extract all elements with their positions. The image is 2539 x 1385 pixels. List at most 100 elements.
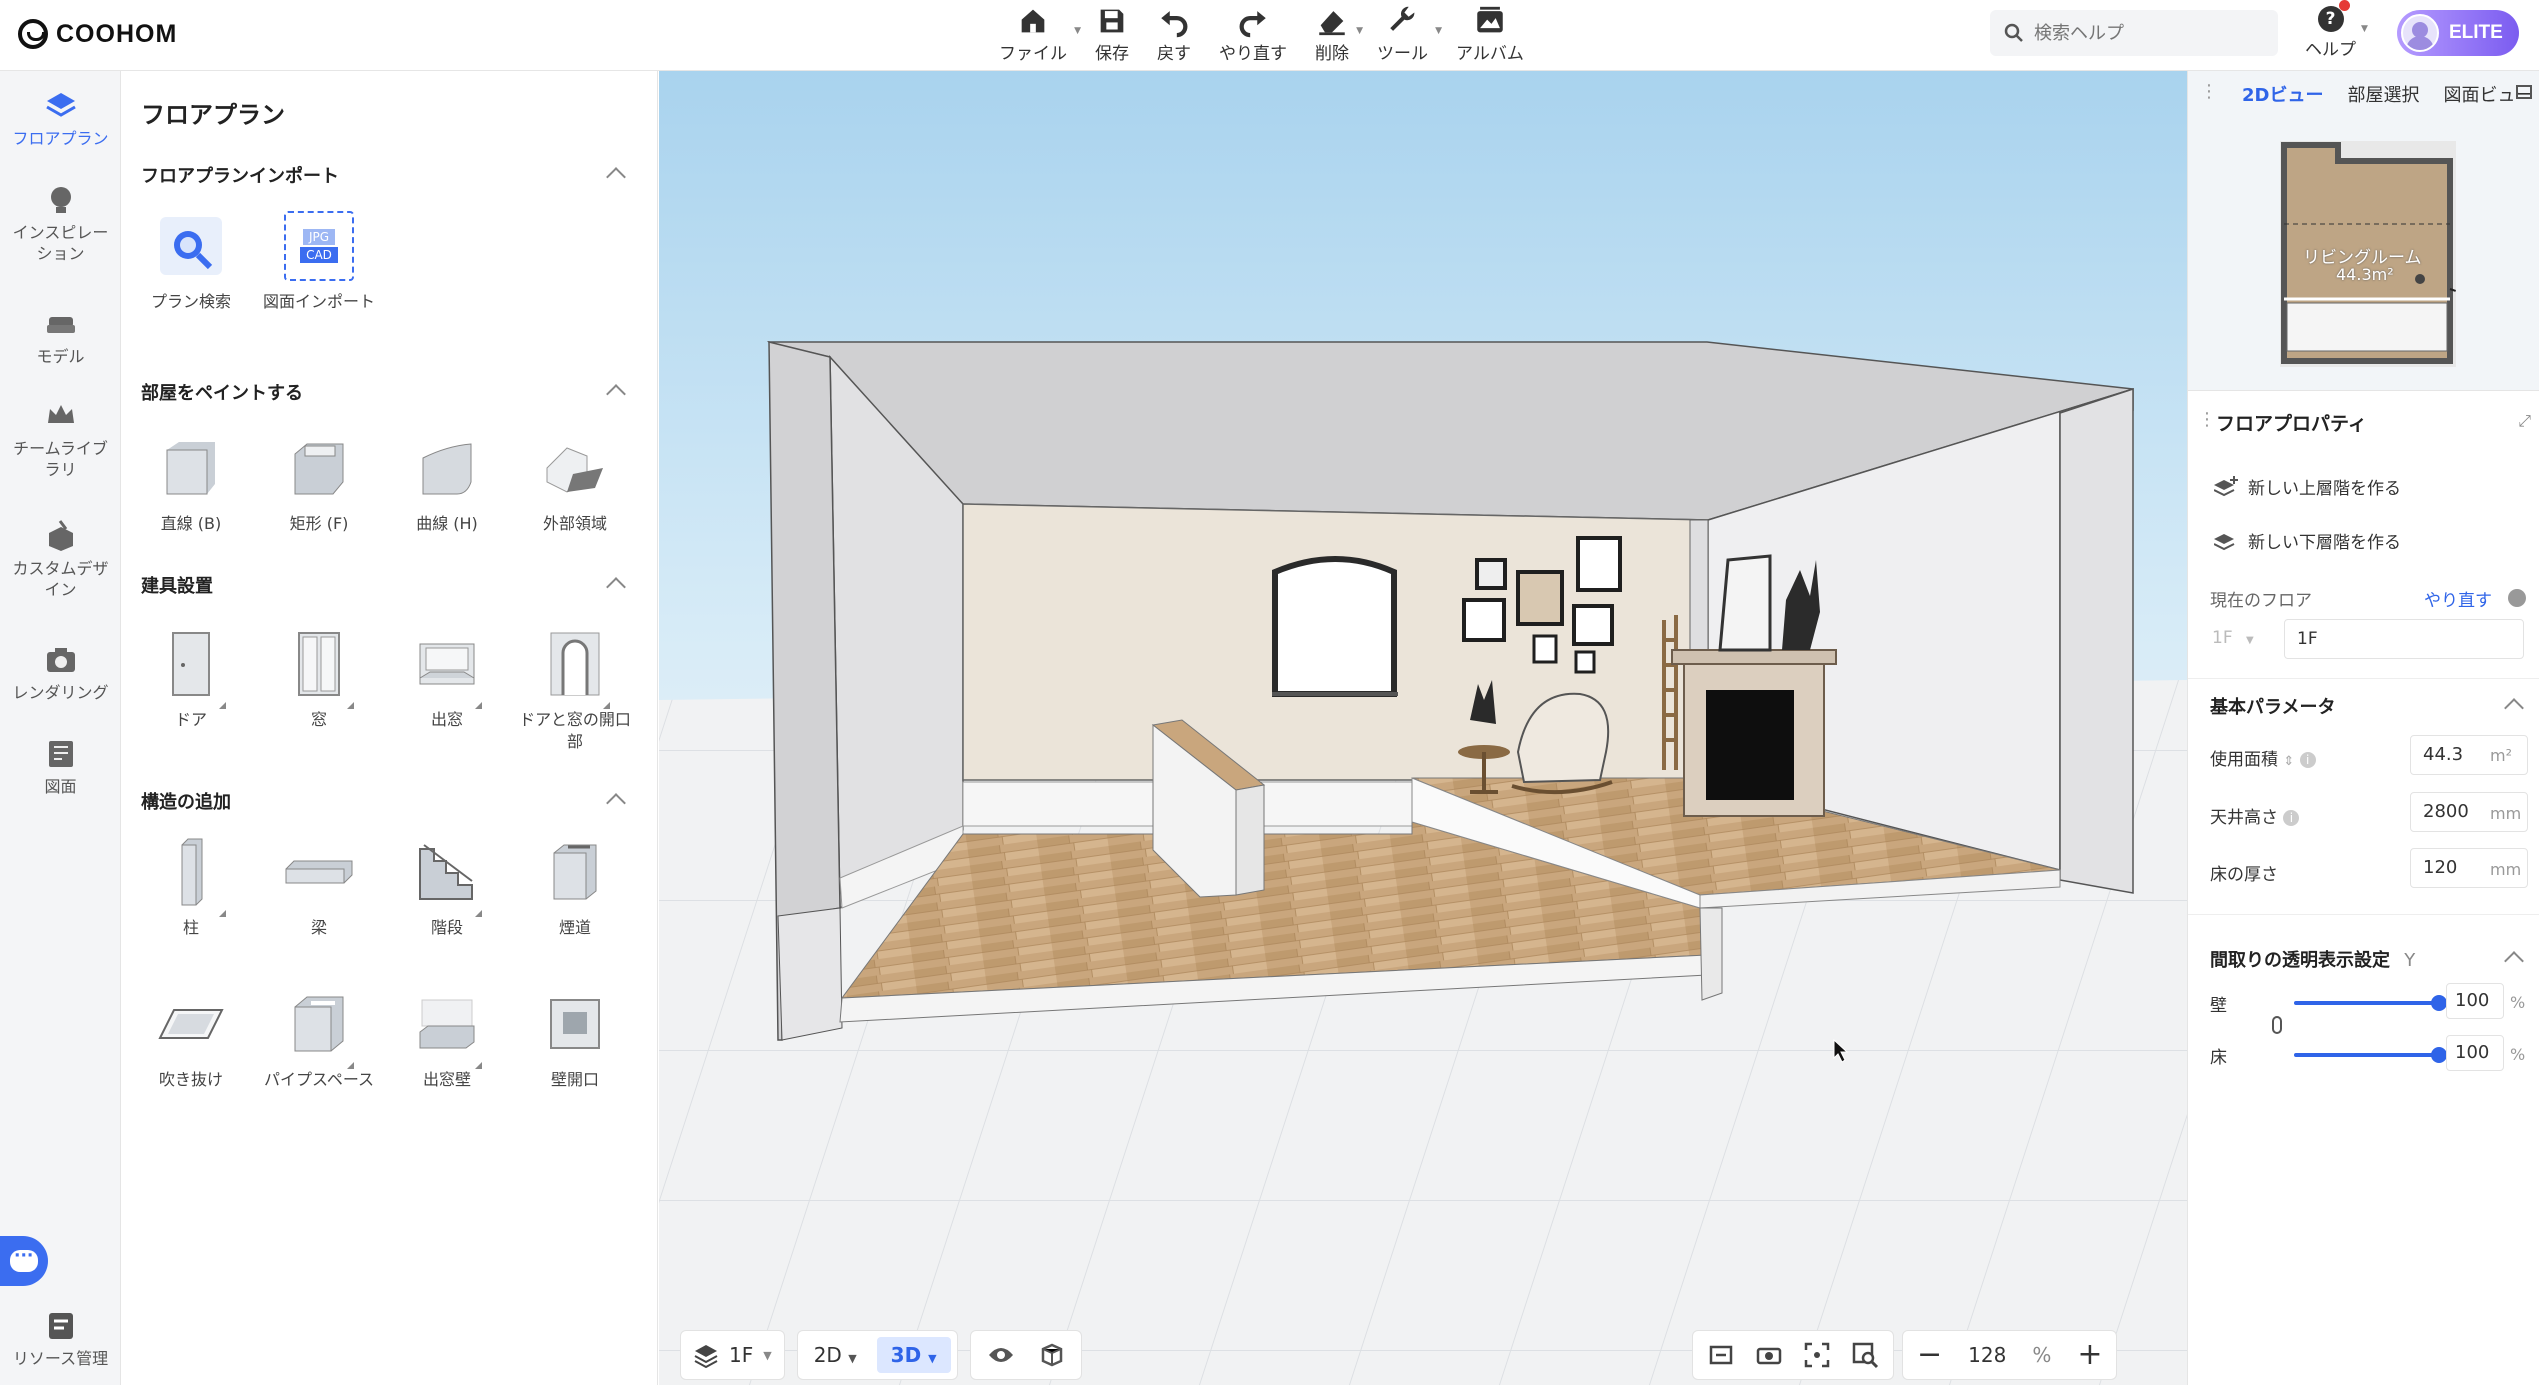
window-item[interactable]: 窓 xyxy=(255,629,383,731)
collapse-icon[interactable] xyxy=(606,793,626,813)
column-item[interactable]: 柱 xyxy=(127,837,255,939)
plan-search-item[interactable]: プラン検索 xyxy=(127,211,255,313)
ceiling-unit: mm xyxy=(2490,804,2522,823)
half-wall-side xyxy=(1235,784,1265,896)
file-menu-button[interactable]: ファイル ▼ xyxy=(985,4,1081,64)
pipe-space-item[interactable]: パイプスペース xyxy=(255,989,383,1091)
bay-window-item[interactable]: 出窓 xyxy=(383,629,511,731)
wall-transparency-value[interactable]: 100 xyxy=(2446,983,2504,1019)
void-item[interactable]: 吹き抜け xyxy=(127,989,255,1091)
floor-name-input[interactable]: 1F xyxy=(2284,619,2524,659)
rail-item-drawings[interactable]: 図面 xyxy=(0,737,121,797)
rail-item-custom-design[interactable]: カスタムデザイン xyxy=(0,519,121,600)
door-item[interactable]: ドア xyxy=(127,629,255,731)
delete-button[interactable]: 削除 ▼ xyxy=(1301,4,1363,64)
chevron-down-icon: ▼ xyxy=(1435,26,1442,36)
chevron-down-icon: ▼ xyxy=(1356,26,1363,36)
line-room-item[interactable]: 直線 (B) xyxy=(127,433,255,535)
collapse-icon[interactable] xyxy=(2504,698,2524,718)
expand-icon[interactable]: ⤢ xyxy=(2518,411,2531,431)
curve-room-item[interactable]: 曲線 (H) xyxy=(383,433,511,535)
wall-opening-item[interactable]: 壁開口 xyxy=(511,989,639,1091)
item-label: パイプスペース xyxy=(263,1070,375,1089)
opening-item[interactable]: ドアと窓の開口部 xyxy=(511,629,639,753)
undo-button[interactable]: 戻す xyxy=(1143,4,1205,64)
logo[interactable]: COOHOM xyxy=(18,14,177,54)
floor-switcher[interactable]: 1F ▼ xyxy=(680,1330,785,1380)
floor-transparency-slider[interactable] xyxy=(2294,1047,2447,1063)
collapse-icon[interactable] xyxy=(606,577,626,597)
percent-unit: % xyxy=(2510,993,2526,1012)
bay-wall-item[interactable]: 出窓壁 xyxy=(383,989,511,1091)
rail-item-rendering[interactable]: レンダリング xyxy=(0,643,121,703)
rail-item-floorplan[interactable]: フロアプラン xyxy=(0,89,121,149)
add-lower-floor-button[interactable]: 新しい下層階を作る xyxy=(2214,528,2401,553)
wrench-icon xyxy=(1389,6,1414,31)
external-area-item[interactable]: 外部領域 xyxy=(511,433,639,535)
rail-item-models[interactable]: モデル xyxy=(0,307,121,367)
minimap[interactable]: ⋮ 2Dビュー 部屋選択 図面ビュー リビングルーム 44.3m² xyxy=(2188,71,2539,391)
collapse-icon[interactable] xyxy=(606,384,626,404)
sofa-icon xyxy=(46,317,75,333)
rail-item-team-library[interactable]: チームライブラリ xyxy=(0,399,121,480)
redo-link[interactable]: やり直す xyxy=(2424,586,2492,611)
album-button[interactable]: アルバム xyxy=(1442,4,1538,64)
cube-icon[interactable] xyxy=(1039,1342,1065,1368)
screenshot-icon[interactable] xyxy=(1707,1341,1735,1369)
chat-button[interactable] xyxy=(0,1236,48,1286)
plan-search-icon xyxy=(160,217,222,275)
stairs-icon xyxy=(419,844,473,900)
redo-button[interactable]: やり直す xyxy=(1205,4,1301,64)
link-icon[interactable] xyxy=(2272,1016,2282,1034)
collapse-icon[interactable] xyxy=(2504,951,2524,971)
floor-select[interactable]: 1F ▼ xyxy=(2204,619,2274,659)
transparency-title: 間取りの透明表示設定 xyxy=(2210,950,2390,971)
save-button[interactable]: 保存 xyxy=(1081,4,1143,64)
mode-3d-button[interactable]: 3D ▼ xyxy=(876,1337,951,1373)
eye-icon[interactable] xyxy=(987,1345,1015,1365)
beam-item[interactable]: 梁 xyxy=(255,837,383,939)
rail-item-resources[interactable]: リソース管理 xyxy=(0,1309,121,1369)
account-button[interactable]: ELITE xyxy=(2397,10,2519,56)
ceiling-label-row: 天井高さ i xyxy=(2210,803,2300,828)
stairs-item[interactable]: 階段 xyxy=(383,837,511,939)
info-icon[interactable]: i xyxy=(2283,810,2300,826)
add-upper-floor-button[interactable]: 新しい上層階を作る xyxy=(2214,474,2401,499)
rail-label: リソース管理 xyxy=(12,1349,109,1368)
flue-item[interactable]: 煙道 xyxy=(511,837,639,939)
search-input[interactable] xyxy=(2034,22,2264,44)
camera-settings-icon[interactable] xyxy=(1755,1341,1783,1369)
logo-text: COOHOM xyxy=(56,19,178,48)
tab-room-select[interactable]: 部屋選択 xyxy=(2347,81,2419,107)
zoom-in-button[interactable]: + xyxy=(2077,1340,2102,1370)
rect-room-item[interactable]: 矩形 (F) xyxy=(255,433,383,535)
collapse-icon[interactable] xyxy=(606,167,626,187)
chevron-down-icon: ▼ xyxy=(928,1352,937,1365)
zoom-value[interactable]: 128 xyxy=(1968,1343,2006,1367)
camera-tools xyxy=(1692,1330,1894,1380)
3d-viewport[interactable] xyxy=(659,71,2187,1385)
help-button[interactable]: ? ヘルプ ▼ xyxy=(2305,0,2368,60)
picture-frame xyxy=(1532,634,1558,664)
fit-view-icon[interactable] xyxy=(1803,1341,1831,1369)
tools-menu-button[interactable]: ツール ▼ xyxy=(1363,4,1442,64)
tab-2d-view[interactable]: 2Dビュー xyxy=(2242,81,2323,107)
drag-handle-icon[interactable]: ⋮ xyxy=(2200,81,2218,107)
drag-handle-icon[interactable]: ⋮ xyxy=(2198,409,2216,430)
void-icon xyxy=(158,1009,224,1039)
zoom-search-icon[interactable] xyxy=(1851,1341,1879,1369)
sort-icon: ⇕ xyxy=(2283,754,2295,769)
zoom-out-button[interactable]: − xyxy=(1917,1340,1942,1370)
avatar xyxy=(2401,14,2439,52)
mode-2d-button[interactable]: 2D ▼ xyxy=(804,1337,867,1373)
rail-item-inspiration[interactable]: インスピレーション xyxy=(0,183,121,264)
chevron-down-icon: ▼ xyxy=(848,1352,857,1365)
info-icon[interactable]: i xyxy=(2299,752,2316,768)
section-paint-title: 部屋をペイントする xyxy=(141,383,303,404)
drawing-import-item[interactable]: JPG CAD 図面インポート xyxy=(255,211,383,313)
wall-transparency-slider[interactable] xyxy=(2294,995,2447,1011)
floor-transparency-value[interactable]: 100 xyxy=(2446,1035,2504,1071)
history-icon[interactable] xyxy=(2508,589,2526,607)
help-search[interactable] xyxy=(1990,10,2278,56)
collapse-panel-icon[interactable] xyxy=(2516,85,2532,99)
